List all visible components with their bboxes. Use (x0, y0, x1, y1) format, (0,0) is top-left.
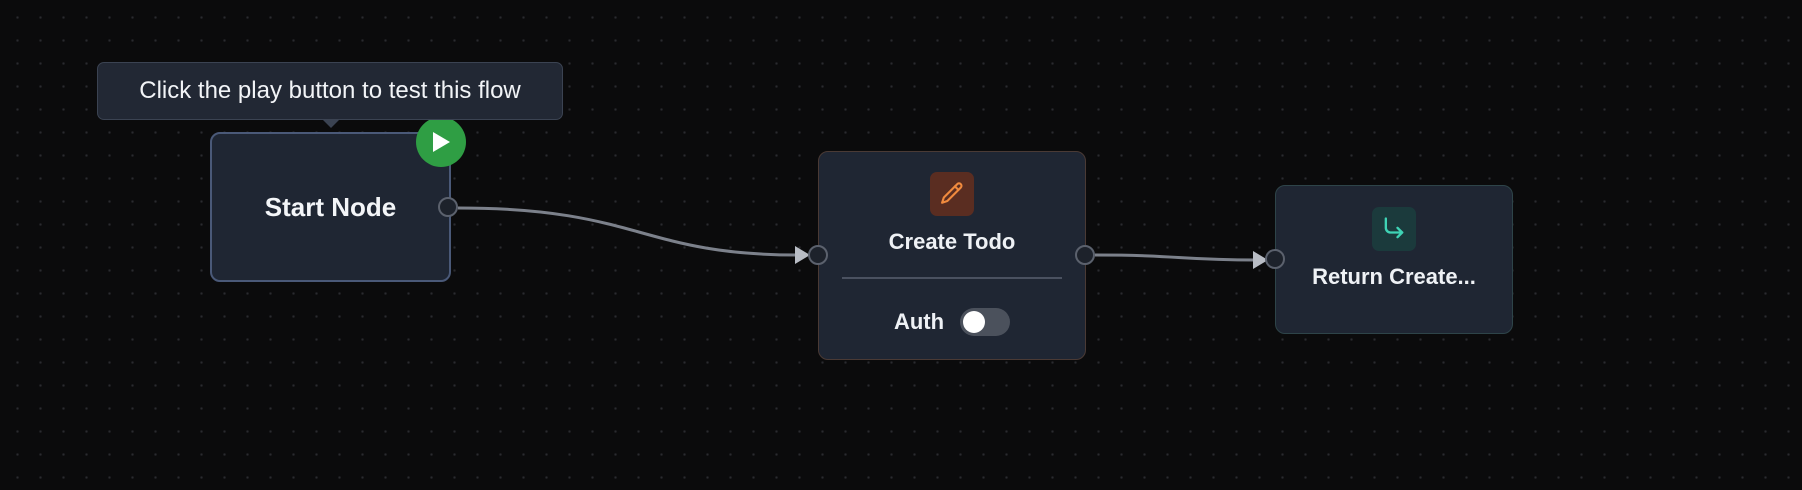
auth-label: Auth (893, 309, 945, 334)
return-node[interactable]: Return Create... (1275, 185, 1513, 334)
create-todo-node[interactable]: Create Todo Auth (818, 151, 1086, 360)
return-icon-tile (1372, 207, 1416, 251)
return-node-input-handle[interactable] (1265, 249, 1285, 269)
play-icon (433, 132, 450, 152)
return-node-title: Return Create... (1312, 264, 1476, 289)
tooltip: Click the play button to test this flow (97, 62, 563, 120)
auth-row: Auth (819, 307, 1085, 337)
start-node-title: Start Node (264, 191, 397, 222)
start-node[interactable]: Start Node (210, 132, 451, 282)
edge-start-to-create-todo[interactable] (457, 206, 799, 257)
pencil-icon (941, 182, 963, 204)
auth-toggle-knob (963, 311, 986, 333)
create-todo-icon-tile (930, 172, 974, 216)
create-todo-title: Create Todo (888, 229, 1016, 254)
create-todo-output-handle[interactable] (1075, 245, 1095, 265)
auth-toggle[interactable] (960, 308, 1011, 336)
create-todo-input-handle[interactable] (808, 245, 828, 265)
flow-canvas[interactable]: Start Node Click the play button to test… (0, 0, 1802, 490)
create-todo-divider (842, 277, 1062, 279)
play-button[interactable] (416, 117, 466, 167)
edge-create-todo-to-return[interactable] (1094, 253, 1257, 262)
start-node-output-handle[interactable] (438, 197, 458, 217)
return-arrow-icon (1384, 217, 1404, 239)
tooltip-arrow (322, 119, 340, 128)
